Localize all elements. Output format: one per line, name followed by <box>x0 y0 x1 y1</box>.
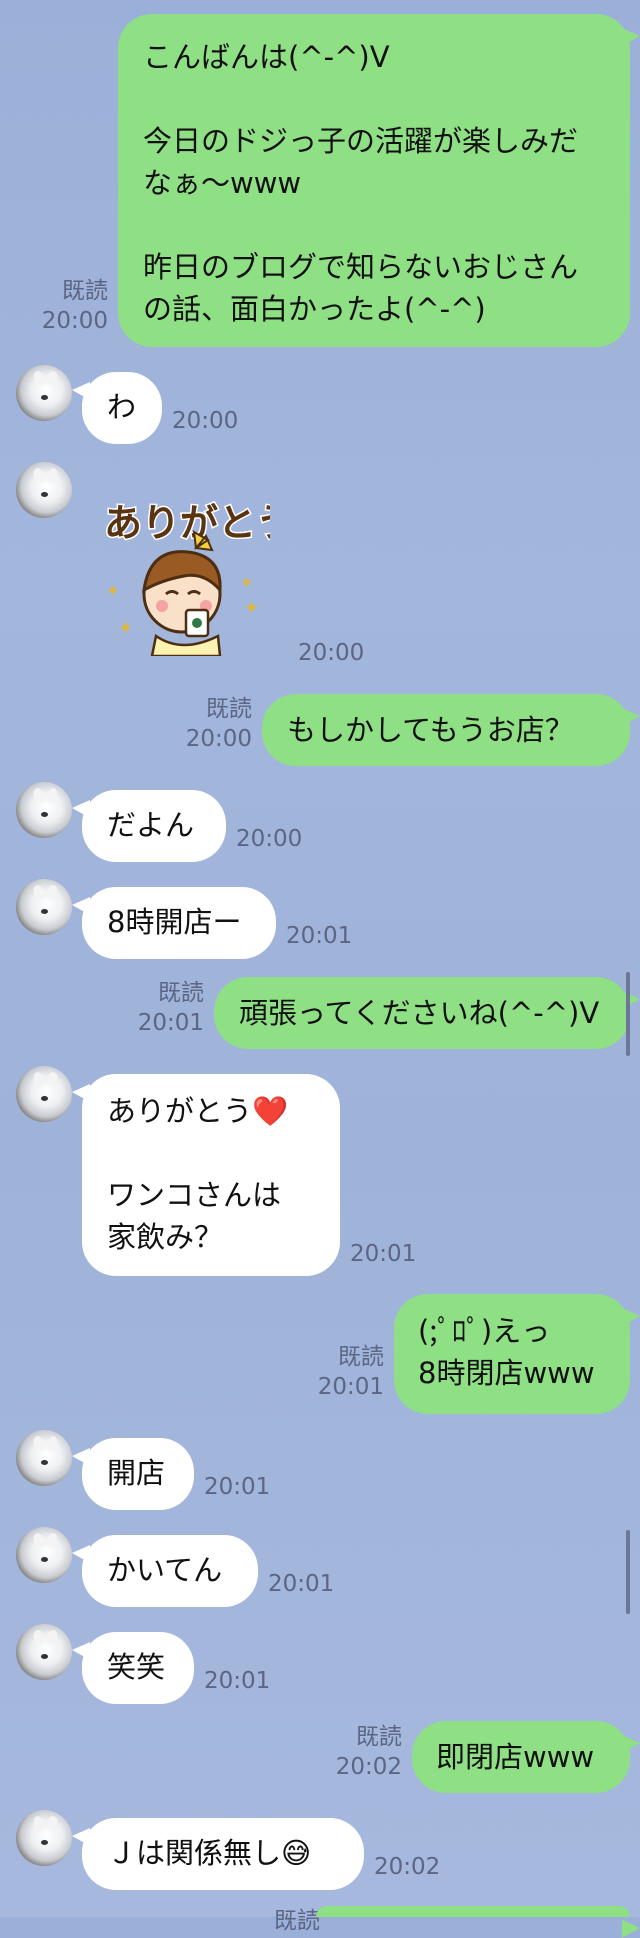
message-bubble-received[interactable]: ありがとう❤️ ワンコさんは 家飲み？ <box>72 1074 340 1276</box>
dog-avatar-icon[interactable] <box>16 365 72 421</box>
dog-avatar-icon[interactable] <box>16 879 72 935</box>
message-status: 既読 20:01 <box>128 978 204 1038</box>
dog-avatar-icon[interactable] <box>16 462 72 518</box>
sticker-arigatou-icon[interactable]: ありがとう ✦ ✦ ✦ ✦ <box>100 486 296 658</box>
timestamp: 20:02 <box>335 1754 402 1780</box>
timestamp: 20:02 <box>374 1854 441 1880</box>
message-bubble-received[interactable]: わ <box>72 372 162 444</box>
scrollbar[interactable] <box>626 972 630 1056</box>
message-status: 既読 20:02 <box>326 1722 402 1782</box>
scrollbar[interactable] <box>626 1530 630 1614</box>
message-bubble-received[interactable]: 笑笑 <box>72 1632 194 1704</box>
sticker-caption: ありがとう <box>104 501 270 545</box>
dog-avatar-icon[interactable] <box>16 1527 72 1583</box>
dog-avatar-icon[interactable] <box>16 1624 72 1680</box>
read-receipt: 既読 <box>356 1724 402 1750</box>
timestamp: 20:00 <box>172 408 239 434</box>
message-status: 既読 20:00 <box>176 694 252 754</box>
message-bubble-sent[interactable]: (;ﾟﾛﾟ)えっ 8時閉店www <box>394 1294 640 1414</box>
message-bubble-sent[interactable]: 頑張ってくださいね(^-^)V <box>214 977 640 1049</box>
timestamp: 20:00 <box>298 640 365 666</box>
message-status: 既読 20:00 <box>30 276 108 336</box>
timestamp: 20:01 <box>204 1668 271 1694</box>
timestamp: 20:01 <box>317 1374 384 1400</box>
read-receipt: 既読 <box>206 696 252 722</box>
timestamp: 20:00 <box>41 308 108 334</box>
timestamp: 20:00 <box>185 726 252 752</box>
message-bubble-received[interactable]: 8時開店ー <box>72 887 276 959</box>
message-status: 既読 20:01 <box>308 1342 384 1402</box>
dog-avatar-icon[interactable] <box>16 1066 72 1122</box>
message-bubble-sent[interactable]: 即閉店www <box>412 1721 640 1793</box>
message-bubble-received[interactable]: かいてん <box>72 1535 258 1607</box>
message-bubble-received[interactable]: 開店 <box>72 1438 194 1510</box>
timestamp: 20:00 <box>236 826 303 852</box>
message-bubble-received[interactable]: だよん <box>72 790 226 862</box>
message-bubble-received[interactable]: Ｊは関係無し😅 <box>72 1818 364 1890</box>
timestamp: 20:01 <box>268 1571 335 1597</box>
read-receipt: 既読 <box>158 980 204 1006</box>
timestamp: 20:01 <box>137 1010 204 1036</box>
svg-text:✦: ✦ <box>106 581 119 600</box>
message-bubble-sent[interactable]: もしかしてもうお店？ <box>262 694 640 766</box>
message-status: 既読 <box>244 1906 320 1936</box>
dog-avatar-icon[interactable] <box>16 782 72 838</box>
timestamp: 20:01 <box>204 1474 271 1500</box>
timestamp: 20:01 <box>286 923 353 949</box>
message-bubble-sent[interactable] <box>316 1906 640 1938</box>
message-bubble-sent[interactable]: こんばんは(^-^)V 今日のドジっ子の活躍が楽しみだなぁ〜www 昨日のブログ… <box>118 14 640 347</box>
read-receipt: 既読 <box>338 1344 384 1370</box>
svg-text:✦: ✦ <box>244 598 259 619</box>
svg-text:✦: ✦ <box>118 618 133 639</box>
timestamp: 20:01 <box>350 1241 417 1267</box>
read-receipt: 既読 <box>274 1908 320 1934</box>
read-receipt: 既読 <box>62 278 108 304</box>
dog-avatar-icon[interactable] <box>16 1810 72 1866</box>
dog-avatar-icon[interactable] <box>16 1430 72 1486</box>
svg-text:✦: ✦ <box>240 573 253 592</box>
